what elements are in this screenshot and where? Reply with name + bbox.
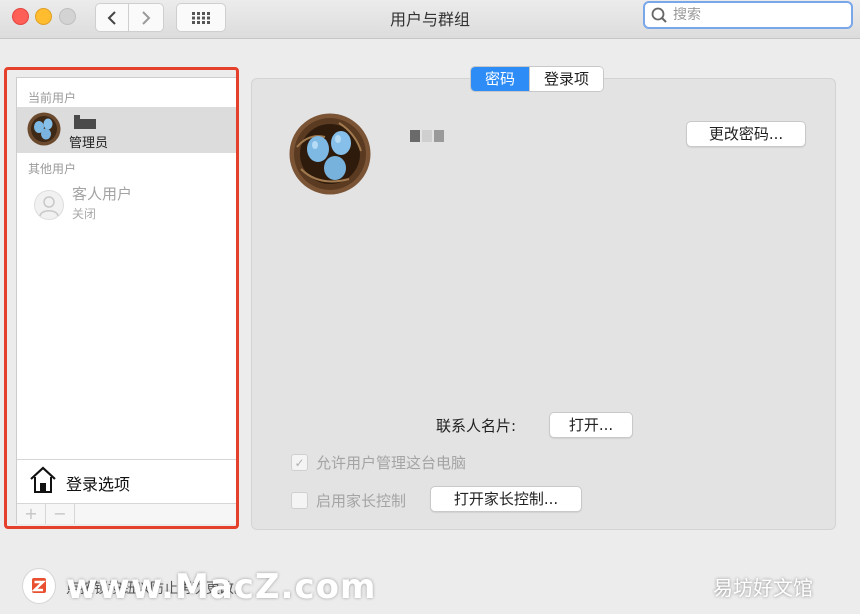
- parental-controls-checkbox[interactable]: [291, 492, 308, 509]
- search-icon: [651, 7, 667, 23]
- lock-button[interactable]: [22, 568, 56, 604]
- parental-controls-row: 启用家长控制: [291, 490, 406, 511]
- open-parental-controls-button[interactable]: 打开家长控制...: [430, 486, 582, 512]
- open-contact-card-button[interactable]: 打开...: [549, 412, 633, 438]
- search-input[interactable]: [671, 7, 833, 23]
- tab-password[interactable]: 密码: [471, 67, 530, 91]
- allow-admin-checkbox[interactable]: ✓: [291, 454, 308, 471]
- user-picture[interactable]: [289, 113, 371, 195]
- change-password-button[interactable]: 更改密码...: [686, 121, 806, 147]
- watermark-right: 易坊好文馆: [713, 576, 813, 600]
- highlight-outline: [4, 67, 239, 529]
- parental-controls-label: 启用家长控制: [316, 492, 407, 510]
- title-bar: 用户与群组: [0, 0, 860, 39]
- contact-card-label: 联系人名片:: [436, 417, 517, 435]
- allow-admin-row: ✓ 允许用户管理这台电脑: [291, 452, 466, 473]
- search-field[interactable]: [643, 1, 853, 29]
- tab-bar: 密码 登录项: [470, 66, 605, 92]
- allow-admin-label: 允许用户管理这台电脑: [316, 454, 467, 472]
- lock-icon: [31, 578, 47, 593]
- watermark-text: www.MacZ.com: [66, 567, 377, 607]
- tab-login-items[interactable]: 登录项: [529, 67, 604, 91]
- full-name-redacted: [410, 130, 446, 142]
